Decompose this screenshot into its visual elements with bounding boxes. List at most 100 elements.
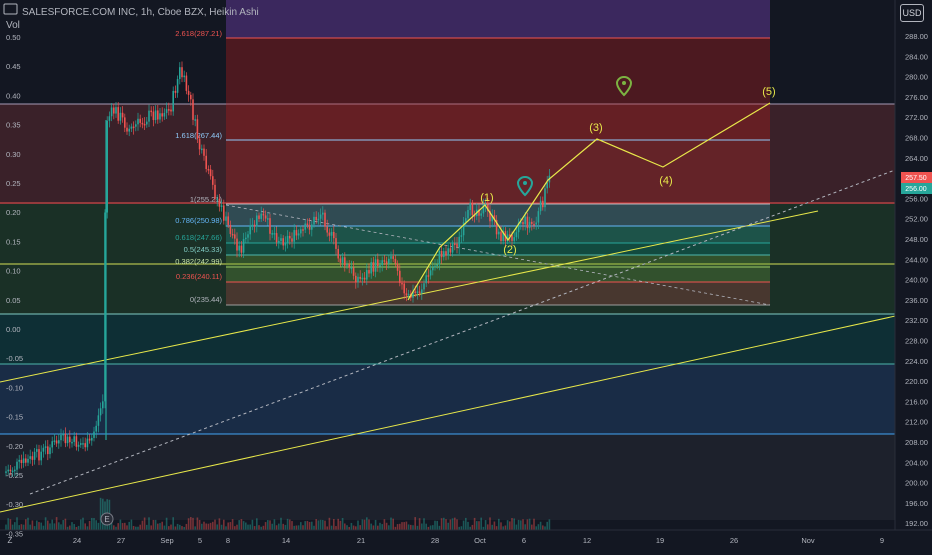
right-axis-tick: 288.00	[905, 32, 928, 41]
candle-body	[20, 459, 23, 463]
volume-bar	[289, 519, 291, 530]
candle-body	[326, 226, 328, 233]
candle-body	[528, 221, 531, 229]
volume-bar	[31, 520, 34, 530]
volume-bar	[425, 523, 427, 530]
volume-bar	[546, 521, 548, 530]
candle-body	[443, 251, 445, 258]
volume-bar	[284, 524, 287, 530]
volume-bar	[152, 519, 155, 530]
volume-bar	[333, 518, 335, 530]
volume-bar	[379, 522, 381, 530]
candle-body	[471, 203, 474, 216]
candle-body	[438, 250, 441, 265]
candle-body	[212, 176, 214, 185]
volume-label[interactable]: Vol	[6, 19, 259, 32]
volume-bar	[293, 525, 295, 530]
volume-bar	[383, 519, 386, 530]
volume-bar	[544, 526, 546, 530]
volume-bar	[154, 519, 157, 530]
candle-body	[352, 267, 355, 276]
volume-bar	[432, 525, 434, 530]
volume-bar	[326, 526, 328, 530]
time-axis-tick: 24	[73, 536, 81, 545]
fib-zone	[226, 267, 770, 282]
candle-body	[322, 212, 324, 215]
currency-button[interactable]: USD	[900, 4, 924, 22]
volume-bar	[361, 519, 364, 530]
candle-body	[407, 293, 410, 296]
wave-label-5: (5)	[762, 86, 775, 98]
volume-bar	[179, 524, 181, 530]
right-axis-tick: 228.00	[905, 337, 928, 346]
candle-body	[434, 265, 436, 268]
volume-bar	[304, 521, 306, 530]
wave-label-2: (2)	[503, 244, 516, 256]
right-axis-tick: 200.00	[905, 479, 928, 488]
volume-bar	[47, 520, 49, 530]
candle-body	[110, 107, 113, 117]
candle-body	[194, 119, 196, 121]
candle-body	[306, 223, 309, 226]
candle-body	[205, 155, 207, 169]
volume-bar	[51, 519, 53, 530]
volume-bar	[542, 525, 544, 530]
volume-bar	[526, 519, 529, 530]
volume-bar	[194, 526, 196, 530]
candle-body	[533, 223, 535, 226]
candle-body	[88, 438, 91, 441]
candle-body	[185, 75, 188, 91]
right-axis-tick: 264.00	[905, 154, 928, 163]
candle-body	[454, 243, 456, 245]
candle-body	[108, 116, 111, 121]
candle-body	[27, 458, 29, 463]
candle-body	[319, 214, 322, 219]
svg-text:256.00: 256.00	[905, 186, 927, 193]
candle-body	[66, 436, 69, 444]
volume-bar	[385, 522, 388, 530]
time-axis-tick: 8	[226, 536, 230, 545]
symbol-title[interactable]: SALESFORCE.COM INC, 1h, Cboe BZX, Heikin…	[6, 6, 259, 19]
candle-body	[357, 276, 359, 283]
volume-bar	[478, 521, 480, 530]
volume-bar	[264, 522, 267, 530]
fibonacci-extension[interactable]: 2.618(287.21) 1.618(267.44) 1(255.21) 0.…	[175, 0, 770, 306]
volume-bar	[196, 517, 199, 530]
volume-bar	[280, 517, 282, 530]
volume-bar	[396, 524, 399, 530]
left-axis-tick: 0.50	[6, 33, 21, 42]
candle-body	[247, 234, 249, 238]
price-chart[interactable]: 2.618(287.21) 1.618(267.44) 1(255.21) 0.…	[0, 0, 932, 550]
volume-bar	[269, 520, 271, 530]
candle-body	[86, 438, 89, 448]
candle-body	[168, 109, 170, 111]
candle-body	[22, 458, 25, 463]
volume-bar	[190, 517, 192, 530]
z-zoom-icon[interactable]: Z	[8, 536, 13, 545]
right-axis-tick: 232.00	[905, 316, 928, 325]
volume-bar	[517, 519, 520, 530]
candle-body	[531, 221, 533, 224]
candle-body	[174, 90, 177, 93]
volume-bar	[500, 522, 502, 530]
candle-body	[192, 99, 194, 120]
candle-body	[55, 440, 58, 444]
volume-bar	[150, 525, 152, 530]
e-earnings-icon[interactable]: E	[100, 512, 114, 526]
candle-body	[95, 425, 97, 432]
volume-bar	[313, 525, 315, 530]
chart-header: SALESFORCE.COM INC, 1h, Cboe BZX, Heikin…	[6, 6, 259, 32]
volume-bar	[29, 524, 31, 530]
candle-body	[117, 107, 119, 121]
fib-zone	[226, 243, 770, 255]
volume-bar	[216, 524, 218, 530]
candle-body	[469, 203, 471, 210]
volume-bar	[306, 520, 309, 530]
volume-bar	[124, 522, 126, 530]
volume-bar	[25, 519, 27, 530]
candle-body	[304, 223, 306, 230]
volume-bar	[38, 522, 40, 530]
volume-bar	[77, 525, 80, 530]
chart-area[interactable]: 2.618(287.21) 1.618(267.44) 1(255.21) 0.…	[0, 0, 932, 550]
volume-bar	[363, 519, 366, 530]
